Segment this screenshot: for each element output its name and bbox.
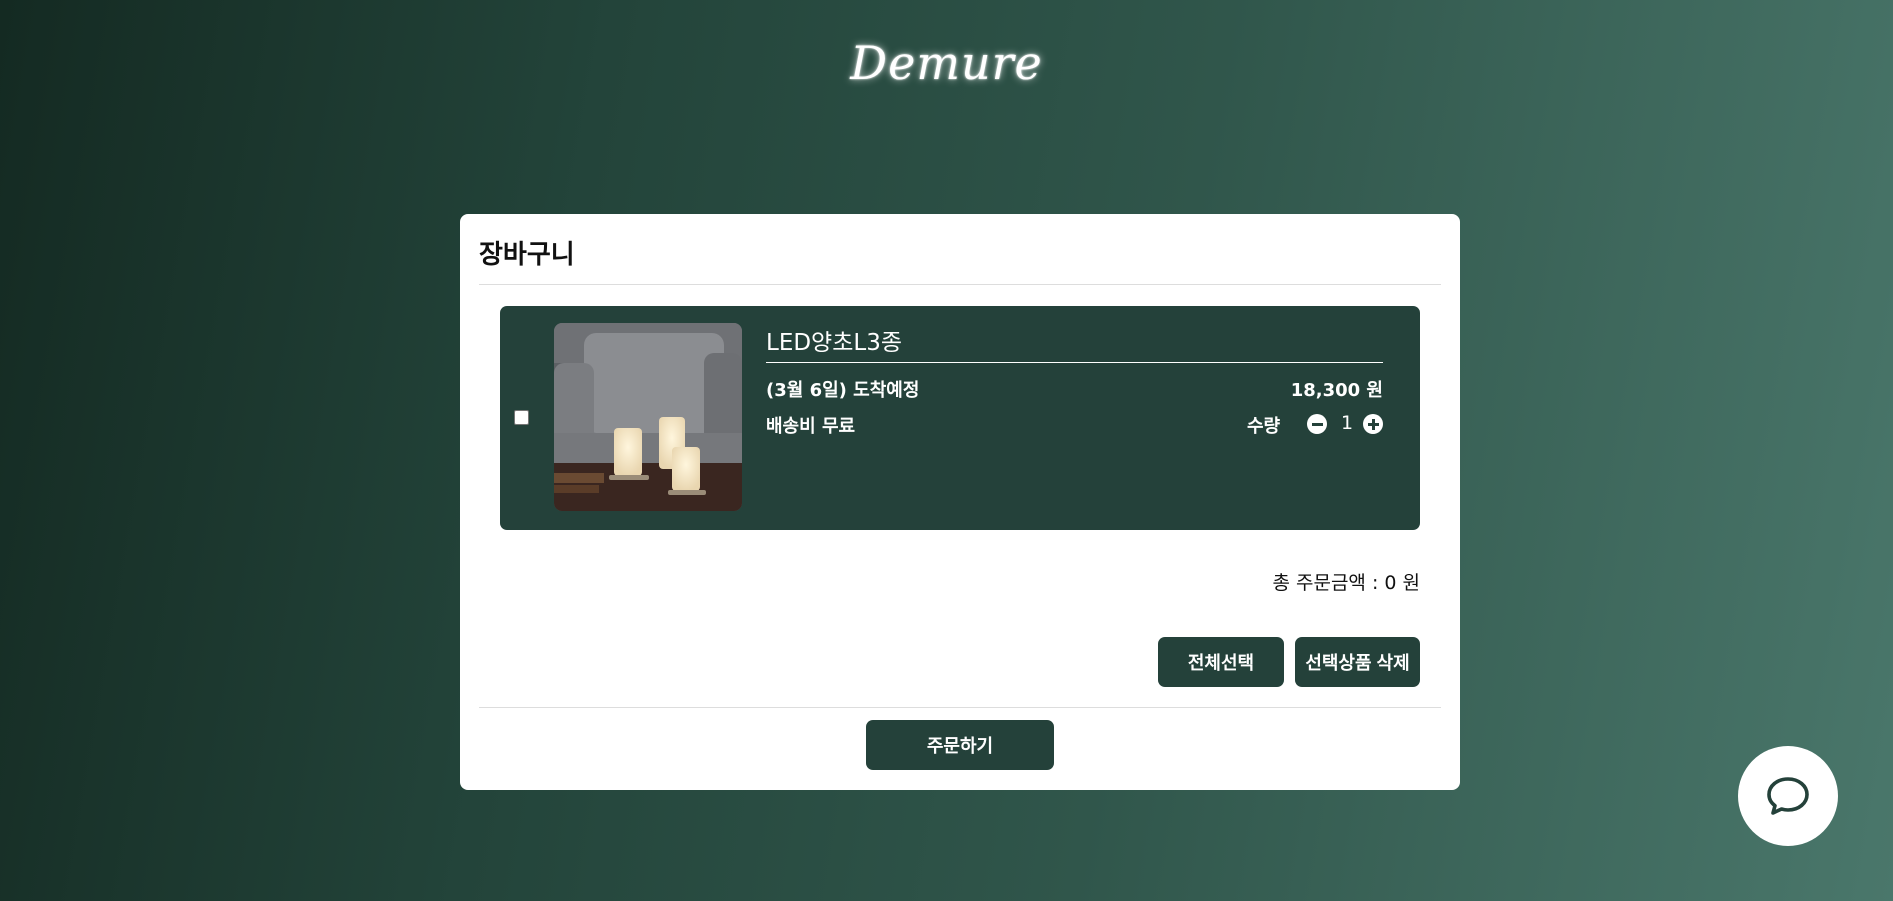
select-all-button[interactable]: 전체선택 <box>1158 637 1284 687</box>
logo-text: Demure <box>850 36 1043 90</box>
item-divider <box>766 362 1383 363</box>
arrival-date: (3월 6일) 도착예정 <box>766 380 920 401</box>
delete-selected-button[interactable]: 선택상품 삭제 <box>1295 637 1420 687</box>
product-price: 18,300 원 <box>1290 380 1383 401</box>
quantity-value: 1 <box>1340 412 1354 434</box>
plus-circle-icon[interactable] <box>1363 414 1383 434</box>
item-checkbox[interactable] <box>514 410 529 425</box>
order-button[interactable]: 주문하기 <box>866 720 1054 770</box>
footer-divider <box>479 707 1441 708</box>
cart-panel: 장바구니 LED양초L3종 (3월 6일) 도착예정 18,300 원 배송비 … <box>460 214 1460 790</box>
shipping-fee: 배송비 무료 <box>766 416 856 437</box>
page-title: 장바구니 <box>479 240 575 270</box>
brand-logo[interactable]: Demure <box>0 18 1893 108</box>
product-name[interactable]: LED양초L3종 <box>766 323 902 357</box>
chat-button[interactable] <box>1738 746 1838 846</box>
order-total: 총 주문금액 : 0 원 <box>1272 572 1420 594</box>
title-divider <box>479 284 1441 285</box>
chat-bubble-icon <box>1767 777 1809 815</box>
quantity-label: 수량 <box>1247 416 1281 437</box>
product-image <box>554 323 742 511</box>
cart-item: LED양초L3종 (3월 6일) 도착예정 18,300 원 배송비 무료 수량… <box>500 306 1420 530</box>
minus-circle-icon[interactable] <box>1307 414 1327 434</box>
